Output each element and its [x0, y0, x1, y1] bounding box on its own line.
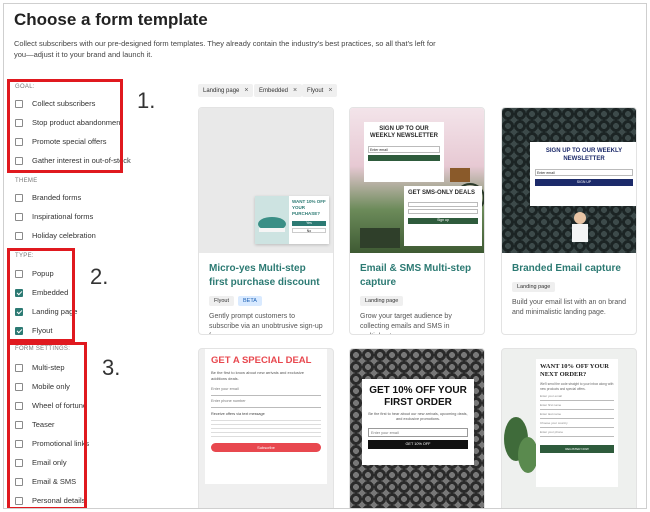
filter-branded-forms[interactable]: Branded forms: [15, 193, 81, 202]
filter-holiday-celebration[interactable]: Holiday celebration: [15, 231, 96, 240]
card-description: Grow your target audience by collecting …: [360, 313, 452, 334]
person-image: [572, 212, 588, 242]
sms-preview: GET SMS-ONLY DEALS Sign up: [404, 186, 482, 246]
checkbox[interactable]: [15, 193, 23, 202]
template-card-email-sms[interactable]: SIGN UP TO OUR WEEKLY NEWSLETTER Enter e…: [349, 107, 485, 335]
page-description: Collect subscribers with our pre-designe…: [14, 39, 436, 59]
newsletter-preview: SIGN UP TO OUR WEEKLY NEWSLETTER Enter e…: [530, 142, 636, 206]
template-preview: SIGN UP TO OUR WEEKLY NEWSLETTER Enter e…: [350, 108, 484, 253]
chip-embedded[interactable]: Embedded ×: [254, 84, 303, 97]
flyout-preview: WANT 10% OFF YOUR PURCHASE? Yes No: [255, 196, 329, 244]
chip-flyout[interactable]: Flyout ×: [302, 84, 338, 97]
tag-landing-page: Landing page: [360, 296, 404, 306]
template-card-next-order[interactable]: WANT 10% OFF YOUR NEXT ORDER? We'll send…: [501, 348, 637, 508]
chip-landing-page[interactable]: Landing page ×: [198, 84, 254, 97]
close-icon[interactable]: ×: [328, 87, 332, 94]
template-preview: WANT 10% OFF YOUR NEXT ORDER? We'll send…: [536, 359, 618, 487]
tag-flyout: Flyout: [209, 296, 234, 306]
card-description: Gently prompt customers to subscribe via…: [209, 313, 323, 334]
annotation-number-2: 2.: [90, 264, 109, 289]
template-preview: WANT 10% OFF YOUR PURCHASE? Yes No: [199, 108, 333, 253]
template-preview: GET 10% OFF YOUR FIRST ORDER Be the firs…: [362, 379, 474, 465]
card-title[interactable]: Branded Email capture: [502, 262, 636, 276]
checkbox[interactable]: [15, 212, 23, 221]
annotation-number-3: 3.: [102, 355, 121, 380]
annotation-box-1: [7, 79, 123, 173]
card-title[interactable]: Email & SMS Multi-step capture: [350, 262, 484, 290]
template-preview: GET A SPECIAL DEAL Be the first to know …: [205, 349, 327, 484]
annotation-box-3: [7, 342, 87, 508]
page-title: Choose a form template: [14, 10, 208, 29]
annotation-number-1: 1.: [137, 88, 156, 113]
template-card-branded-email[interactable]: SIGN UP TO OUR WEEKLY NEWSLETTER Enter e…: [501, 107, 637, 335]
template-card-ten-off[interactable]: GET 10% OFF YOUR FIRST ORDER Be the firs…: [349, 348, 485, 508]
template-card-special-deal[interactable]: GET A SPECIAL DEAL Be the first to know …: [198, 348, 334, 508]
annotation-box-2: [7, 248, 75, 342]
template-card-micro-yes[interactable]: WANT 10% OFF YOUR PURCHASE? Yes No Micro…: [198, 107, 334, 335]
close-icon[interactable]: ×: [244, 87, 248, 94]
filter-inspirational-forms[interactable]: Inspirational forms: [15, 212, 93, 221]
shoe-image: [255, 196, 289, 244]
close-icon[interactable]: ×: [293, 87, 297, 94]
tag-landing-page: Landing page: [512, 282, 556, 292]
newsletter-preview: SIGN UP TO OUR WEEKLY NEWSLETTER Enter e…: [364, 122, 444, 182]
template-preview: SIGN UP TO OUR WEEKLY NEWSLETTER Enter e…: [502, 108, 636, 253]
checkbox[interactable]: [15, 231, 23, 240]
card-description: Build your email list with an on brand a…: [512, 299, 627, 316]
theme-heading: THEME: [15, 178, 38, 184]
page: Choose a form template Collect subscribe…: [3, 3, 647, 509]
tag-beta: BETA: [237, 296, 262, 306]
card-title[interactable]: Micro-yes Multi-step first purchase disc…: [199, 262, 333, 290]
